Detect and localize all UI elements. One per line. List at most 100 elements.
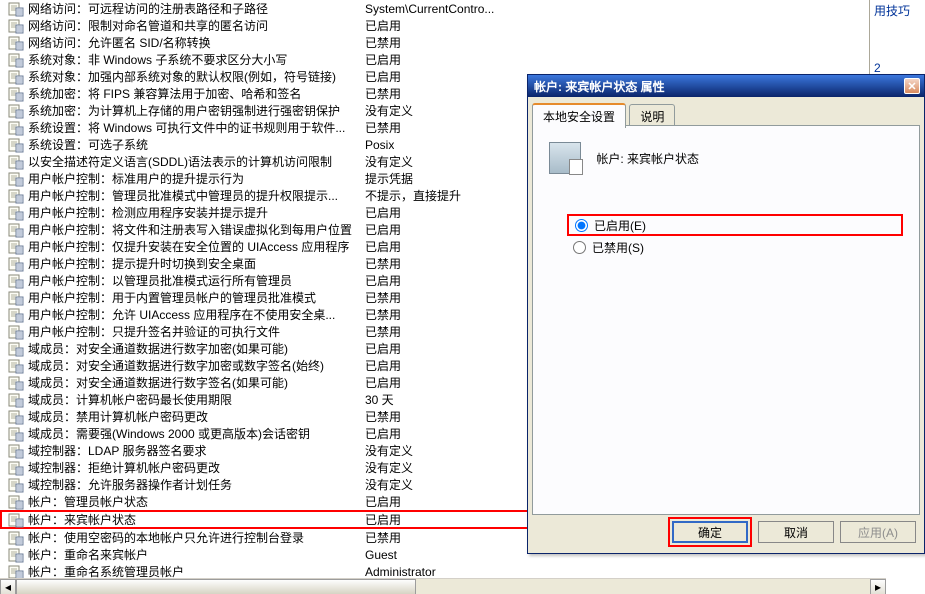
list-item-name: 用户帐户控制：仅提升安装在安全位置的 UIAccess 应用程序 [28, 238, 365, 255]
list-item-name: 网络访问：可远程访问的注册表路径和子路径 [28, 0, 365, 17]
list-item-value: 已启用 [365, 340, 401, 357]
policy-item-icon [8, 375, 24, 391]
ok-button-highlight: 确定 [668, 517, 752, 547]
list-row[interactable]: 网络访问：允许匿名 SID/名称转换已禁用 [0, 34, 925, 51]
list-item-value: Guest [365, 548, 397, 562]
policy-item-icon [8, 426, 24, 442]
policy-item-icon [8, 341, 24, 357]
policy-item-icon [8, 205, 24, 221]
dialog-titlebar[interactable]: 帐户: 来宾帐户状态 属性 ✕ [528, 75, 924, 97]
cancel-button[interactable]: 取消 [758, 521, 834, 543]
policy-item-icon [8, 222, 24, 238]
policy-item-icon [8, 512, 24, 528]
policy-item-icon [8, 120, 24, 136]
policy-item-icon [8, 188, 24, 204]
list-item-name: 域成员：需要强(Windows 2000 或更高版本)会话密钥 [28, 425, 365, 442]
tab-body: 帐户: 来宾帐户状态 已启用(E) 已禁用(S) [532, 125, 920, 515]
list-item-name: 用户帐户控制：用于内置管理员帐户的管理员批准模式 [28, 289, 365, 306]
scroll-right-button[interactable]: ▸ [870, 579, 886, 594]
tab-local-security[interactable]: 本地安全设置 [532, 103, 626, 128]
list-item-value: System\CurrentContro... [365, 2, 494, 16]
list-item-name: 域控制器：拒绝计算机帐户密码更改 [28, 459, 365, 476]
list-item-name: 网络访问：限制对命名管道和共享的匿名访问 [28, 17, 365, 34]
list-item-name: 用户帐户控制：提示提升时切换到安全桌面 [28, 255, 365, 272]
list-row[interactable]: 网络访问：限制对命名管道和共享的匿名访问已启用 [0, 17, 925, 34]
side-panel-fragment: 用技巧 2 [869, 0, 925, 77]
list-row[interactable]: 系统对象：非 Windows 子系统不要求区分大小写已启用 [0, 51, 925, 68]
list-item-name: 用户帐户控制：标准用户的提升提示行为 [28, 170, 365, 187]
list-item-name: 帐户：来宾帐户状态 [28, 511, 365, 528]
list-item-name: 帐户：使用空密码的本地帐户只允许进行控制台登录 [28, 529, 365, 546]
list-item-name: 帐户：重命名来宾帐户 [28, 546, 365, 563]
list-item-value: 已禁用 [365, 306, 401, 323]
policy-item-icon [8, 530, 24, 546]
list-item-name: 域成员：计算机帐户密码最长使用期限 [28, 391, 365, 408]
list-item-value: 已启用 [365, 425, 401, 442]
list-item-value: 30 天 [365, 391, 394, 408]
policy-item-icon [8, 547, 24, 563]
ok-button[interactable]: 确定 [672, 521, 748, 543]
list-item-name: 用户帐户控制：检测应用程序安装并提示提升 [28, 204, 365, 221]
list-row[interactable]: 网络访问：可远程访问的注册表路径和子路径System\CurrentContro… [0, 0, 925, 17]
radio-enabled[interactable]: 已启用(E) [567, 214, 903, 236]
list-item-value: 没有定义 [365, 459, 413, 476]
properties-dialog: 帐户: 来宾帐户状态 属性 ✕ 本地安全设置 说明 帐户: 来宾帐户状态 已启用… [527, 74, 925, 554]
radio-enabled-input[interactable] [575, 219, 588, 232]
list-item-value: 已启用 [365, 357, 401, 374]
radio-disabled-input[interactable] [573, 241, 586, 254]
scroll-thumb[interactable] [16, 579, 416, 594]
dialog-button-row: 确定 取消 应用(A) [668, 517, 916, 547]
list-item-value: 已启用 [365, 51, 401, 68]
list-item-name: 系统加密：为计算机上存储的用户密钥强制进行强密钥保护 [28, 102, 365, 119]
radio-disabled[interactable]: 已禁用(S) [567, 236, 903, 258]
policy-item-icon [8, 256, 24, 272]
dialog-title-text: 帐户: 来宾帐户状态 属性 [534, 78, 665, 95]
list-item-value: 已禁用 [365, 323, 401, 340]
list-item-value: 已禁用 [365, 255, 401, 272]
list-item-name: 用户帐户控制：管理员批准模式中管理员的提升权限提示... [28, 187, 365, 204]
list-item-name: 用户帐户控制：以管理员批准模式运行所有管理员 [28, 272, 365, 289]
list-item-name: 用户帐户控制：允许 UIAccess 应用程序在不使用安全桌... [28, 306, 365, 323]
policy-item-icon [8, 273, 24, 289]
list-item-value: 不提示，直接提升 [365, 187, 461, 204]
policy-icon [549, 142, 581, 174]
policy-item-icon [8, 171, 24, 187]
list-item-name: 域成员：禁用计算机帐户密码更改 [28, 408, 365, 425]
policy-item-icon [8, 443, 24, 459]
policy-item-icon [8, 154, 24, 170]
list-item-value: 已禁用 [365, 34, 401, 51]
policy-item-icon [8, 409, 24, 425]
list-item-value: 没有定义 [365, 102, 413, 119]
radio-group: 已启用(E) 已禁用(S) [567, 214, 903, 258]
list-item-value: 没有定义 [365, 476, 413, 493]
list-item-value: 已禁用 [365, 289, 401, 306]
list-item-value: 已禁用 [365, 408, 401, 425]
radio-enabled-label: 已启用(E) [594, 217, 646, 234]
policy-item-icon [8, 324, 24, 340]
scroll-left-button[interactable]: ◂ [0, 579, 16, 594]
policy-item-icon [8, 137, 24, 153]
policy-name-label: 帐户: 来宾帐户状态 [596, 142, 699, 167]
policy-item-icon [8, 358, 24, 374]
policy-item-icon [8, 307, 24, 323]
list-item-name: 系统设置：将 Windows 可执行文件中的证书规则用于软件... [28, 119, 365, 136]
list-item-name: 系统加密：将 FIPS 兼容算法用于加密、哈希和签名 [28, 85, 365, 102]
radio-disabled-label: 已禁用(S) [592, 239, 644, 256]
list-item-value: 已启用 [365, 493, 401, 510]
policy-item-icon [8, 477, 24, 493]
list-item-name: 用户帐户控制：将文件和注册表写入错误虚拟化到每用户位置 [28, 221, 365, 238]
close-icon[interactable]: ✕ [904, 78, 920, 94]
side-link-1[interactable]: 用技巧 [870, 0, 925, 21]
list-item-name: 用户帐户控制：只提升签名并验证的可执行文件 [28, 323, 365, 340]
list-item-value: 没有定义 [365, 442, 413, 459]
list-item-value: 已启用 [365, 374, 401, 391]
list-item-value: 已启用 [365, 68, 401, 85]
policy-item-icon [8, 494, 24, 510]
list-item-value: 提示凭据 [365, 170, 413, 187]
list-item-value: 已启用 [365, 238, 401, 255]
policy-item-icon [8, 35, 24, 51]
list-item-name: 系统设置：可选子系统 [28, 136, 365, 153]
horizontal-scrollbar[interactable]: ◂ ▸ [0, 578, 886, 594]
policy-item-icon [8, 52, 24, 68]
apply-button[interactable]: 应用(A) [840, 521, 916, 543]
